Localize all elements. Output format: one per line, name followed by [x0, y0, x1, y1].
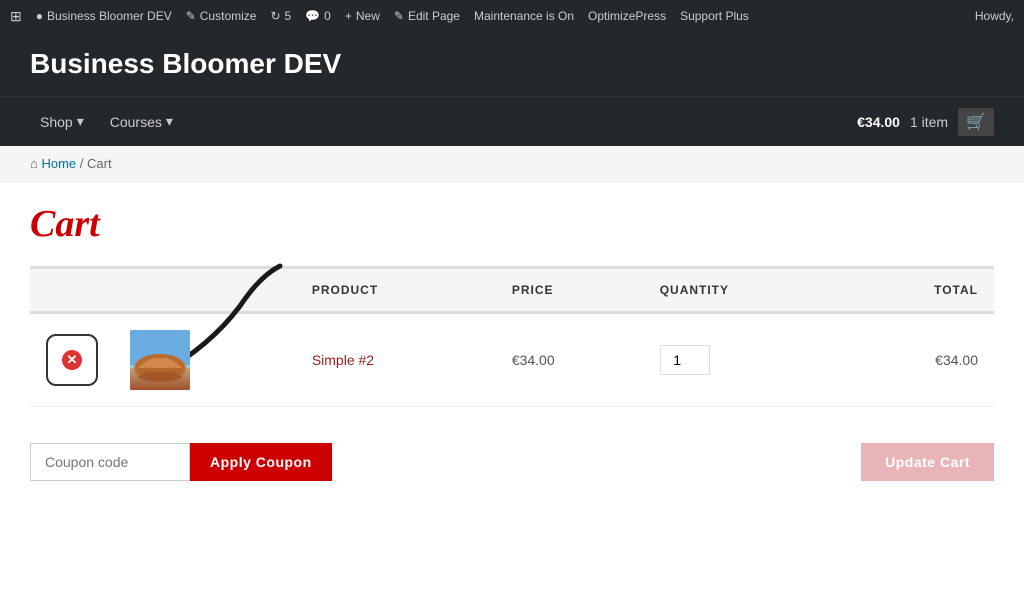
product-total: €34.00: [935, 352, 978, 368]
page-title: Cart: [30, 202, 994, 246]
update-cart-button[interactable]: Update Cart: [861, 443, 994, 481]
updates-icon: ↻: [270, 9, 280, 23]
remove-cell: ✕: [30, 313, 114, 407]
col-header-product: PRODUCT: [296, 268, 496, 313]
coupon-input[interactable]: [30, 443, 190, 481]
breadcrumb-current: Cart: [87, 156, 112, 171]
apply-coupon-button[interactable]: Apply Coupon: [190, 443, 332, 481]
cart-table: PRODUCT PRICE QUANTITY TOTAL ✕: [30, 266, 994, 407]
home-icon: ⌂: [30, 156, 38, 171]
nav-cart: €34.00 1 item 🛒: [857, 108, 994, 136]
product-name-cell: Simple #2: [296, 313, 496, 407]
site-nav: Shop ▾ Courses ▾ €34.00 1 item 🛒: [0, 96, 1024, 146]
site-name-icon: ●: [36, 9, 43, 23]
site-title[interactable]: Business Bloomer DEV: [30, 48, 341, 79]
wp-icon: ⊞: [10, 8, 22, 25]
product-total-cell: €34.00: [844, 313, 994, 407]
admin-site-name[interactable]: ● Business Bloomer DEV: [36, 9, 172, 23]
cart-icon[interactable]: 🛒: [958, 108, 994, 136]
admin-maintenance[interactable]: Maintenance is On: [474, 9, 574, 23]
chevron-down-icon: ▾: [166, 113, 173, 130]
nav-item-shop[interactable]: Shop ▾: [30, 105, 94, 138]
nav-items: Shop ▾ Courses ▾: [30, 105, 857, 138]
col-header-remove: [30, 268, 114, 313]
col-header-thumb: [114, 268, 296, 313]
breadcrumb-separator: /: [80, 156, 87, 171]
cart-item-count: 1 item: [910, 114, 948, 130]
product-quantity-cell: [644, 313, 844, 407]
product-price: €34.00: [512, 352, 555, 368]
breadcrumb-home[interactable]: Home: [41, 156, 76, 171]
product-image-cell: [114, 313, 296, 407]
admin-support-plus[interactable]: Support Plus: [680, 9, 749, 23]
admin-comments[interactable]: 💬 0: [305, 9, 331, 23]
new-icon: +: [345, 9, 352, 23]
col-header-quantity: QUANTITY: [644, 268, 844, 313]
main-content: Cart PRODUCT PRICE QUANTITY TOTAL: [0, 182, 1024, 537]
cart-price: €34.00: [857, 114, 900, 130]
product-name[interactable]: Simple #2: [312, 352, 374, 368]
remove-button[interactable]: ✕: [46, 334, 98, 386]
col-header-price: PRICE: [496, 268, 644, 313]
product-image: [130, 330, 190, 390]
admin-wp-logo[interactable]: ⊞: [10, 8, 22, 25]
admin-updates[interactable]: ↻ 5: [270, 9, 291, 23]
comments-icon: 💬: [305, 9, 320, 23]
nav-item-courses[interactable]: Courses ▾: [100, 105, 183, 138]
edit-icon: ✎: [394, 9, 404, 23]
site-header: Business Bloomer DEV: [0, 32, 1024, 96]
admin-customize[interactable]: ✎ Customize: [186, 9, 257, 23]
table-header-row: PRODUCT PRICE QUANTITY TOTAL: [30, 268, 994, 313]
remove-icon: ✕: [62, 350, 82, 370]
customize-icon: ✎: [186, 9, 196, 23]
chevron-down-icon: ▾: [77, 113, 84, 130]
admin-bar: ⊞ ● Business Bloomer DEV ✎ Customize ↻ 5…: [0, 0, 1024, 32]
admin-optimizepress[interactable]: OptimizePress: [588, 9, 666, 23]
admin-howdy: Howdy,: [975, 9, 1014, 23]
table-row: ✕: [30, 313, 994, 407]
admin-edit-page[interactable]: ✎ Edit Page: [394, 9, 460, 23]
breadcrumb: ⌂ Home / Cart: [0, 146, 1024, 182]
coupon-section: Apply Coupon: [30, 443, 332, 481]
admin-new[interactable]: + New: [345, 9, 380, 23]
product-price-cell: €34.00: [496, 313, 644, 407]
quantity-input[interactable]: [660, 345, 710, 375]
cart-actions: Apply Coupon Update Cart: [30, 427, 994, 497]
remove-btn-wrapper: ✕: [46, 334, 98, 386]
col-header-total: TOTAL: [844, 268, 994, 313]
